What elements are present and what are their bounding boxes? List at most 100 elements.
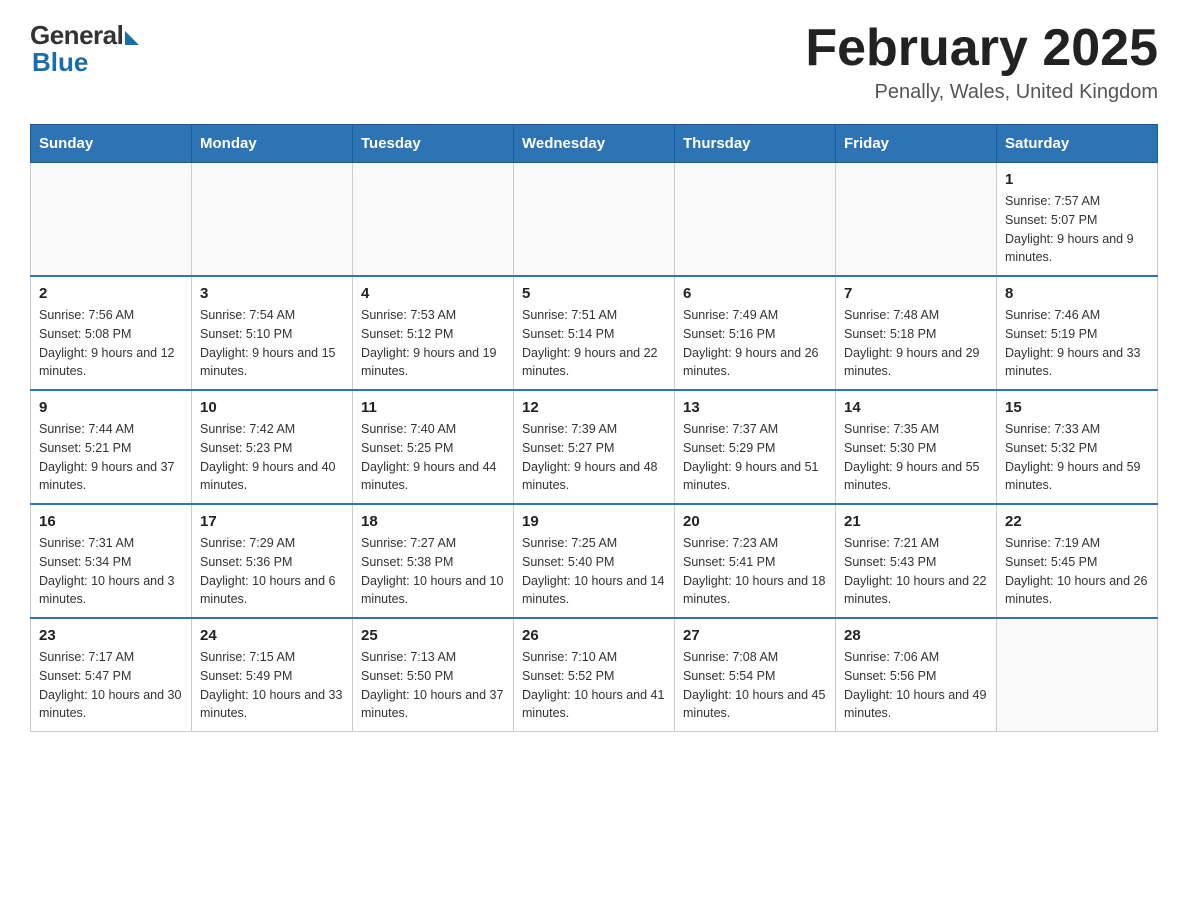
day-info: Sunrise: 7:15 AMSunset: 5:49 PMDaylight:… [200, 648, 344, 723]
location-text: Penally, Wales, United Kingdom [805, 81, 1158, 104]
weekday-header-wednesday: Wednesday [514, 125, 675, 163]
calendar-day-cell: 18 Sunrise: 7:27 AMSunset: 5:38 PMDayligh… [353, 504, 514, 618]
day-info: Sunrise: 7:40 AMSunset: 5:25 PMDaylight:… [361, 420, 505, 495]
day-number: 3 [200, 285, 344, 302]
day-number: 19 [522, 513, 666, 530]
day-number: 1 [1005, 171, 1149, 188]
day-info: Sunrise: 7:31 AMSunset: 5:34 PMDaylight:… [39, 534, 183, 609]
day-info: Sunrise: 7:13 AMSunset: 5:50 PMDaylight:… [361, 648, 505, 723]
day-info: Sunrise: 7:19 AMSunset: 5:45 PMDaylight:… [1005, 534, 1149, 609]
day-info: Sunrise: 7:10 AMSunset: 5:52 PMDaylight:… [522, 648, 666, 723]
day-info: Sunrise: 7:56 AMSunset: 5:08 PMDaylight:… [39, 306, 183, 381]
day-info: Sunrise: 7:48 AMSunset: 5:18 PMDaylight:… [844, 306, 988, 381]
day-number: 25 [361, 627, 505, 644]
day-number: 8 [1005, 285, 1149, 302]
calendar-day-cell: 21 Sunrise: 7:21 AMSunset: 5:43 PMDayligh… [836, 504, 997, 618]
day-number: 11 [361, 399, 505, 416]
day-info: Sunrise: 7:23 AMSunset: 5:41 PMDaylight:… [683, 534, 827, 609]
calendar-day-cell: 10Sunrise: 7:42 AMSunset: 5:23 PMDayligh… [192, 390, 353, 504]
day-info: Sunrise: 7:08 AMSunset: 5:54 PMDaylight:… [683, 648, 827, 723]
calendar-day-cell: 17Sunrise: 7:29 AMSunset: 5:36 PMDayligh… [192, 504, 353, 618]
calendar-day-cell [997, 618, 1158, 732]
calendar-day-cell: 5 Sunrise: 7:51 AMSunset: 5:14 PMDaylight… [514, 276, 675, 390]
calendar-week-row: 23Sunrise: 7:17 AMSunset: 5:47 PMDayligh… [31, 618, 1158, 732]
calendar-day-cell [31, 163, 192, 277]
calendar-day-cell: 7 Sunrise: 7:48 AMSunset: 5:18 PMDaylight… [836, 276, 997, 390]
calendar-week-row: 1 Sunrise: 7:57 AMSunset: 5:07 PMDaylight… [31, 163, 1158, 277]
weekday-header-saturday: Saturday [997, 125, 1158, 163]
calendar-day-cell: 11 Sunrise: 7:40 AMSunset: 5:25 PMDayligh… [353, 390, 514, 504]
logo-blue-text: Blue [32, 47, 88, 78]
calendar-day-cell: 13 Sunrise: 7:37 AMSunset: 5:29 PMDayligh… [675, 390, 836, 504]
day-info: Sunrise: 7:53 AMSunset: 5:12 PMDaylight:… [361, 306, 505, 381]
weekday-header-monday: Monday [192, 125, 353, 163]
day-info: Sunrise: 7:54 AMSunset: 5:10 PMDaylight:… [200, 306, 344, 381]
day-number: 13 [683, 399, 827, 416]
day-number: 2 [39, 285, 183, 302]
day-info: Sunrise: 7:49 AMSunset: 5:16 PMDaylight:… [683, 306, 827, 381]
day-number: 21 [844, 513, 988, 530]
calendar-day-cell: 16 Sunrise: 7:31 AMSunset: 5:34 PMDayligh… [31, 504, 192, 618]
day-number: 10 [200, 399, 344, 416]
day-info: Sunrise: 7:46 AMSunset: 5:19 PMDaylight:… [1005, 306, 1149, 381]
logo-arrow-icon [125, 31, 139, 45]
calendar-week-row: 16 Sunrise: 7:31 AMSunset: 5:34 PMDayligh… [31, 504, 1158, 618]
day-number: 9 [39, 399, 183, 416]
calendar-day-cell: 8 Sunrise: 7:46 AMSunset: 5:19 PMDaylight… [997, 276, 1158, 390]
day-number: 18 [361, 513, 505, 530]
day-number: 17 [200, 513, 344, 530]
day-info: Sunrise: 7:35 AMSunset: 5:30 PMDaylight:… [844, 420, 988, 495]
calendar-day-cell: 22Sunrise: 7:19 AMSunset: 5:45 PMDayligh… [997, 504, 1158, 618]
day-info: Sunrise: 7:39 AMSunset: 5:27 PMDaylight:… [522, 420, 666, 495]
calendar-day-cell: 3 Sunrise: 7:54 AMSunset: 5:10 PMDaylight… [192, 276, 353, 390]
day-info: Sunrise: 7:51 AMSunset: 5:14 PMDaylight:… [522, 306, 666, 381]
calendar-day-cell: 28 Sunrise: 7:06 AMSunset: 5:56 PMDayligh… [836, 618, 997, 732]
day-info: Sunrise: 7:57 AMSunset: 5:07 PMDaylight:… [1005, 192, 1149, 267]
logo: General Blue [30, 20, 139, 78]
calendar-day-cell: 12 Sunrise: 7:39 AMSunset: 5:27 PMDayligh… [514, 390, 675, 504]
day-info: Sunrise: 7:37 AMSunset: 5:29 PMDaylight:… [683, 420, 827, 495]
calendar-day-cell: 9 Sunrise: 7:44 AMSunset: 5:21 PMDaylight… [31, 390, 192, 504]
day-info: Sunrise: 7:06 AMSunset: 5:56 PMDaylight:… [844, 648, 988, 723]
weekday-header-friday: Friday [836, 125, 997, 163]
day-number: 12 [522, 399, 666, 416]
day-number: 20 [683, 513, 827, 530]
day-number: 5 [522, 285, 666, 302]
calendar-day-cell: 26Sunrise: 7:10 AMSunset: 5:52 PMDayligh… [514, 618, 675, 732]
calendar-day-cell [836, 163, 997, 277]
calendar-day-cell [192, 163, 353, 277]
day-number: 23 [39, 627, 183, 644]
day-number: 27 [683, 627, 827, 644]
day-info: Sunrise: 7:33 AMSunset: 5:32 PMDaylight:… [1005, 420, 1149, 495]
day-number: 16 [39, 513, 183, 530]
day-number: 6 [683, 285, 827, 302]
calendar-day-cell: 19 Sunrise: 7:25 AMSunset: 5:40 PMDayligh… [514, 504, 675, 618]
day-number: 7 [844, 285, 988, 302]
day-info: Sunrise: 7:44 AMSunset: 5:21 PMDaylight:… [39, 420, 183, 495]
day-number: 15 [1005, 399, 1149, 416]
calendar-day-cell: 6 Sunrise: 7:49 AMSunset: 5:16 PMDaylight… [675, 276, 836, 390]
day-info: Sunrise: 7:27 AMSunset: 5:38 PMDaylight:… [361, 534, 505, 609]
calendar-week-row: 9 Sunrise: 7:44 AMSunset: 5:21 PMDaylight… [31, 390, 1158, 504]
calendar-day-cell: 14 Sunrise: 7:35 AMSunset: 5:30 PMDayligh… [836, 390, 997, 504]
calendar-day-cell [353, 163, 514, 277]
day-number: 28 [844, 627, 988, 644]
weekday-header-tuesday: Tuesday [353, 125, 514, 163]
calendar-day-cell: 27 Sunrise: 7:08 AMSunset: 5:54 PMDayligh… [675, 618, 836, 732]
month-title: February 2025 [805, 20, 1158, 77]
page-header: General Blue February 2025 Penally, Wale… [30, 20, 1158, 104]
calendar-day-cell [514, 163, 675, 277]
calendar-day-cell: 23Sunrise: 7:17 AMSunset: 5:47 PMDayligh… [31, 618, 192, 732]
weekday-header-thursday: Thursday [675, 125, 836, 163]
day-number: 4 [361, 285, 505, 302]
calendar-day-cell: 2 Sunrise: 7:56 AMSunset: 5:08 PMDaylight… [31, 276, 192, 390]
day-info: Sunrise: 7:21 AMSunset: 5:43 PMDaylight:… [844, 534, 988, 609]
calendar-day-cell: 24 Sunrise: 7:15 AMSunset: 5:49 PMDayligh… [192, 618, 353, 732]
calendar-day-cell: 1 Sunrise: 7:57 AMSunset: 5:07 PMDaylight… [997, 163, 1158, 277]
calendar-day-cell: 15 Sunrise: 7:33 AMSunset: 5:32 PMDayligh… [997, 390, 1158, 504]
day-info: Sunrise: 7:25 AMSunset: 5:40 PMDaylight:… [522, 534, 666, 609]
calendar-week-row: 2 Sunrise: 7:56 AMSunset: 5:08 PMDaylight… [31, 276, 1158, 390]
calendar-day-cell: 20 Sunrise: 7:23 AMSunset: 5:41 PMDayligh… [675, 504, 836, 618]
day-number: 24 [200, 627, 344, 644]
day-number: 14 [844, 399, 988, 416]
